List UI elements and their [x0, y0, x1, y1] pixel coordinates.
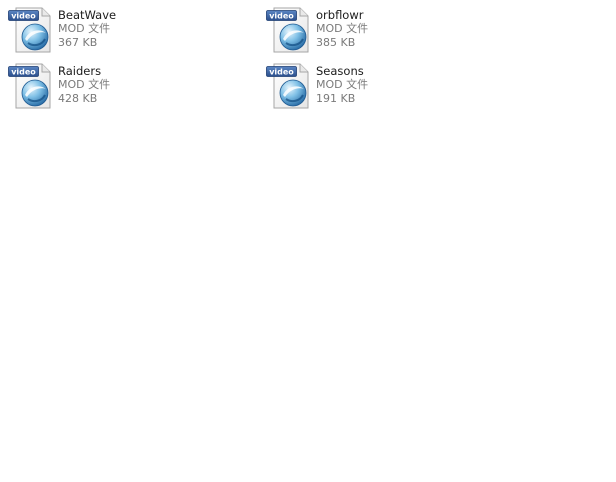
- file-type: MOD 文件: [58, 22, 111, 35]
- file-size: 367 KB: [58, 36, 98, 49]
- video-file-icon: [8, 6, 54, 54]
- file-item-beatwave[interactable]: BeatWave MOD 文件 367 KB: [4, 5, 254, 57]
- file-size: 428 KB: [58, 92, 98, 105]
- file-item-raiders[interactable]: Raiders MOD 文件 428 KB: [4, 61, 254, 113]
- file-size: 385 KB: [316, 36, 356, 49]
- file-type: MOD 文件: [316, 22, 369, 35]
- file-type: MOD 文件: [58, 78, 111, 91]
- video-file-icon: [266, 6, 312, 54]
- file-size: 191 KB: [316, 92, 356, 105]
- video-file-icon: [8, 62, 54, 110]
- file-name: Seasons: [316, 64, 364, 78]
- file-details: Seasons MOD 文件 191 KB: [316, 64, 368, 106]
- file-name: Raiders: [58, 64, 102, 78]
- file-item-seasons[interactable]: Seasons MOD 文件 191 KB: [262, 61, 512, 113]
- file-details: orbflowr MOD 文件 385 KB: [316, 8, 368, 50]
- video-file-icon: [266, 62, 312, 110]
- file-item-orbflowr[interactable]: orbflowr MOD 文件 385 KB: [262, 5, 512, 57]
- file-list-view: BeatWave MOD 文件 367 KB orbflowr MOD 文件 3…: [0, 0, 616, 482]
- file-details: Raiders MOD 文件 428 KB: [58, 64, 110, 106]
- file-type: MOD 文件: [316, 78, 369, 91]
- file-details: BeatWave MOD 文件 367 KB: [58, 8, 116, 50]
- file-name: orbflowr: [316, 8, 364, 22]
- file-name: BeatWave: [58, 8, 117, 22]
